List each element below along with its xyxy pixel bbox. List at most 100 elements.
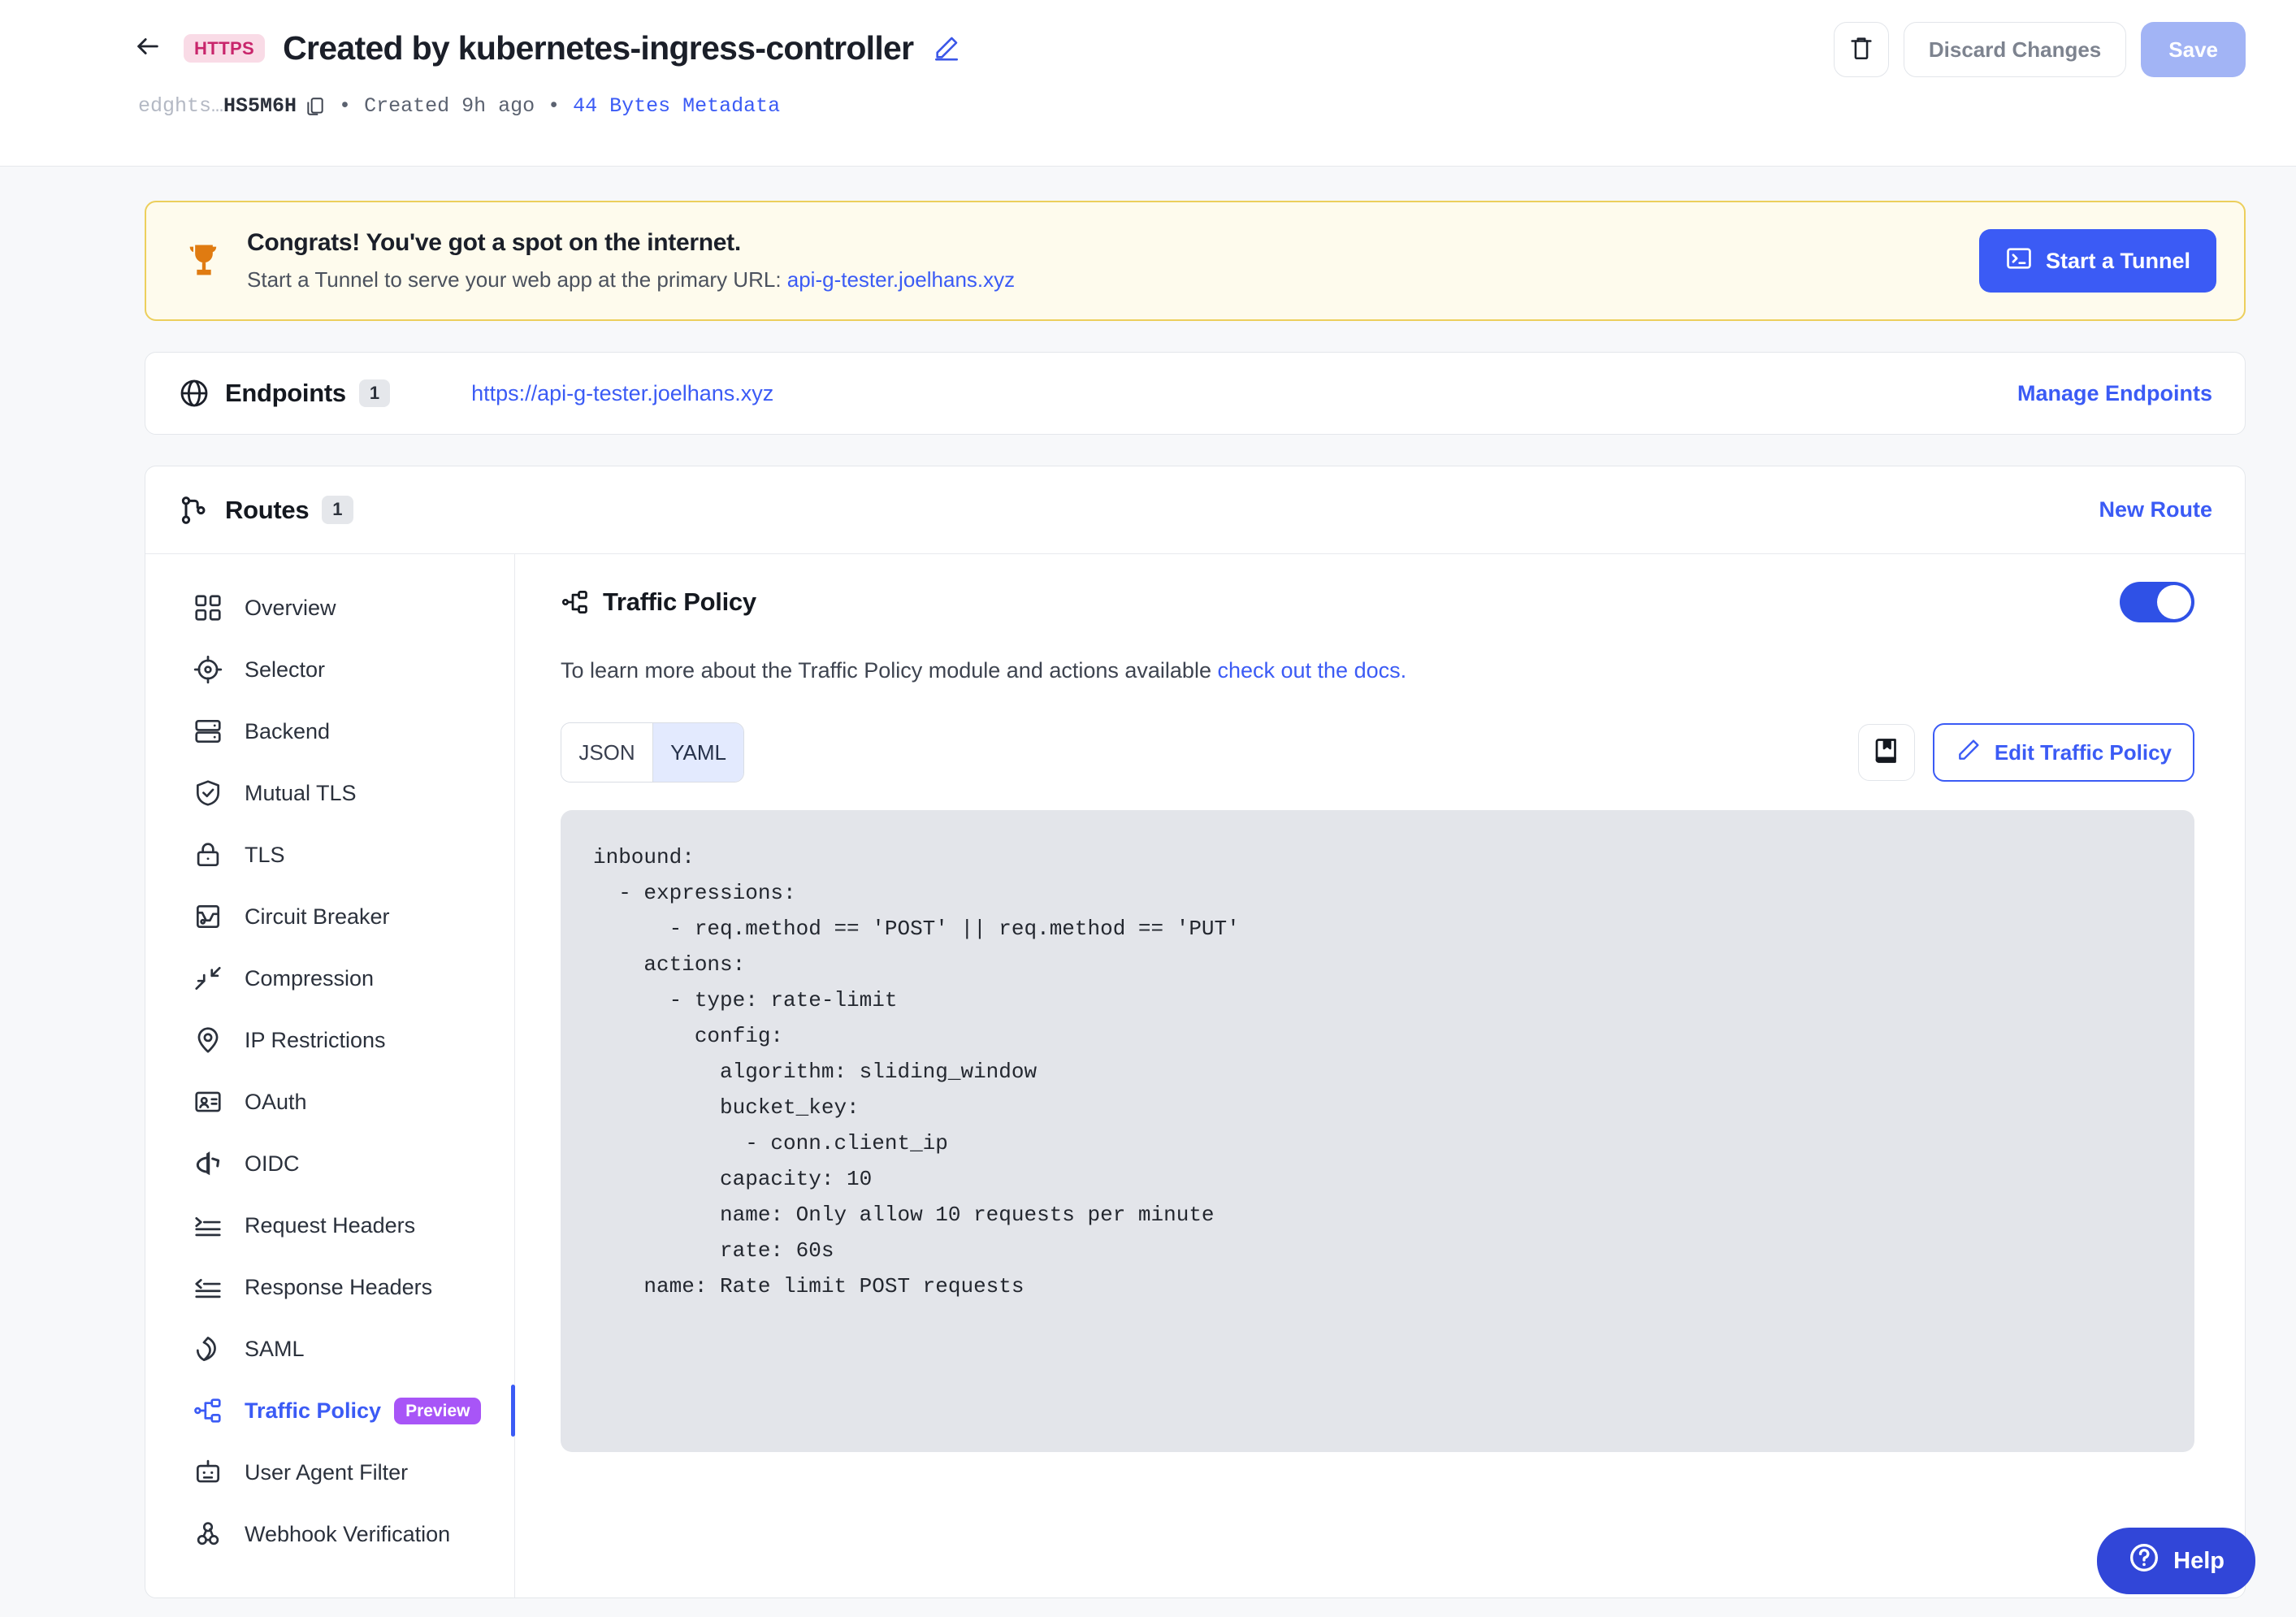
routes-card: Routes 1 New Route Overview Selector Backe… [145, 466, 2246, 1598]
format-option-json[interactable]: JSON [561, 723, 652, 782]
banner-subtitle: Start a Tunnel to serve your web app at … [247, 267, 1979, 293]
terminal-icon [2005, 245, 2033, 278]
sidebar-item-label: TLS [245, 842, 285, 867]
shield-check-icon [193, 778, 223, 808]
top-bar: HTTPS Created by kubernetes-ingress-cont… [0, 0, 2296, 167]
sidebar-item-mutual-tls[interactable]: Mutual TLS [145, 762, 514, 824]
endpoints-card: Endpoints 1 https://api-g-tester.joelhan… [145, 352, 2246, 435]
edit-traffic-policy-label: Edit Traffic Policy [1994, 739, 2172, 765]
resource-id-prefix: edghts… [138, 94, 224, 118]
sidebar-item-selector[interactable]: Selector [145, 639, 514, 700]
panel-toolbar: JSON YAML Edit Traffic Policy [561, 722, 2194, 782]
trophy-icon [179, 240, 229, 282]
sidebar-item-label: IP Restrictions [245, 1027, 386, 1052]
sidebar-item-label: SAML [245, 1336, 305, 1361]
grid-icon [193, 592, 223, 623]
sidebar-item-label: Response Headers [245, 1274, 433, 1299]
globe-icon [178, 377, 210, 410]
panel-title: Traffic Policy [603, 587, 756, 616]
sidebar-item-tls[interactable]: TLS [145, 824, 514, 886]
edit-traffic-policy-button[interactable]: Edit Traffic Policy [1932, 723, 2194, 782]
sidebar-item-label: Mutual TLS [245, 780, 357, 805]
routes-title: Routes [225, 495, 310, 524]
panel-description-text: To learn more about the Traffic Policy m… [561, 658, 1218, 683]
panel-description: To learn more about the Traffic Policy m… [561, 658, 2194, 683]
sidebar-item-traffic-policy[interactable]: Traffic Policy Preview [145, 1380, 515, 1441]
meta-separator-1: • [339, 94, 352, 118]
top-actions: Discard Changes Save [1833, 22, 2246, 77]
openid-icon [193, 1148, 223, 1179]
sidebar-item-label: Request Headers [245, 1212, 416, 1238]
trash-icon [1848, 34, 1875, 66]
endpoint-url-link[interactable]: https://api-g-tester.joelhans.xyz [471, 381, 773, 406]
map-pin-icon [193, 1025, 223, 1056]
sidebar-item-response-headers[interactable]: Response Headers [145, 1256, 514, 1318]
meta-separator-2: • [548, 94, 561, 118]
sidebar-item-webhook-verification[interactable]: Webhook Verification [145, 1503, 514, 1565]
sidebar-item-label: Webhook Verification [245, 1521, 451, 1546]
traffic-policy-icon [193, 1395, 223, 1426]
response-headers-icon [193, 1272, 223, 1303]
policy-code-block[interactable]: inbound: - expressions: - req.method == … [561, 810, 2194, 1452]
sidebar-item-overview[interactable]: Overview [145, 577, 514, 639]
resource-id-suffix: HS5M6H [223, 94, 297, 118]
sidebar-item-oidc[interactable]: OIDC [145, 1133, 514, 1194]
sidebar-item-label: Compression [245, 965, 375, 991]
docs-book-button[interactable] [1857, 724, 1915, 781]
pencil-icon [933, 37, 960, 65]
save-button[interactable]: Save [2141, 22, 2246, 77]
sidebar-item-label: Backend [245, 718, 331, 743]
preview-badge: Preview [394, 1397, 482, 1424]
help-label: Help [2173, 1547, 2225, 1574]
sidebar-item-label: Selector [245, 657, 326, 682]
delete-button[interactable] [1833, 22, 1889, 77]
edit-title-button[interactable] [933, 34, 960, 62]
traffic-policy-toggle[interactable] [2120, 582, 2194, 622]
robot-icon [193, 1457, 223, 1488]
docs-link[interactable]: check out the docs. [1217, 658, 1406, 683]
panel-toolbar-right: Edit Traffic Policy [1857, 723, 2194, 782]
sidebar-item-request-headers[interactable]: Request Headers [145, 1194, 514, 1256]
sidebar-item-oauth[interactable]: OAuth [145, 1071, 514, 1133]
question-circle-icon [2128, 1541, 2160, 1580]
primary-url-link[interactable]: api-g-tester.joelhans.xyz [787, 267, 1015, 292]
discard-changes-button[interactable]: Discard Changes [1903, 22, 2127, 77]
sidebar-item-saml[interactable]: SAML [145, 1318, 514, 1380]
back-button[interactable] [130, 30, 166, 66]
routes-count: 1 [322, 496, 353, 524]
sidebar-item-ip-restrictions[interactable]: IP Restrictions [145, 1009, 514, 1071]
lock-icon [193, 839, 223, 870]
sidebar-item-backend[interactable]: Backend [145, 700, 514, 762]
sidebar-item-label: Circuit Breaker [245, 904, 390, 929]
saml-icon [193, 1333, 223, 1364]
created-text: Created 9h ago [364, 94, 535, 118]
route-icon [178, 494, 210, 527]
copy-icon[interactable] [305, 96, 326, 117]
endpoints-count: 1 [358, 379, 391, 408]
start-tunnel-label: Start a Tunnel [2045, 248, 2190, 273]
sidebar-item-compression[interactable]: Compression [145, 947, 514, 1009]
help-button[interactable]: Help [2097, 1528, 2255, 1594]
sidebar-item-circuit-breaker[interactable]: Circuit Breaker [145, 886, 514, 947]
protocol-badge: HTTPS [184, 33, 266, 63]
start-tunnel-button[interactable]: Start a Tunnel [1978, 229, 2216, 293]
new-route-link[interactable]: New Route [2099, 497, 2212, 522]
traffic-policy-icon [561, 587, 590, 617]
arrow-left-icon [134, 33, 162, 64]
target-icon [193, 654, 223, 685]
compress-arrows-icon [193, 963, 223, 994]
sidebar-item-label: User Agent Filter [245, 1459, 409, 1485]
pencil-icon [1956, 737, 1982, 769]
sidebar-item-label: OAuth [245, 1089, 307, 1114]
format-option-yaml[interactable]: YAML [652, 723, 743, 782]
book-icon [1872, 736, 1901, 769]
banner-text: Congrats! You've got a spot on the inter… [247, 229, 1979, 293]
webhook-icon [193, 1519, 223, 1550]
routes-body: Overview Selector Backend Mutual TLS TLS Circ… [145, 554, 2245, 1597]
endpoints-header: Endpoints 1 https://api-g-tester.joelhan… [145, 353, 2245, 434]
sidebar-item-label: Traffic Policy [245, 1398, 382, 1423]
sidebar-item-user-agent-filter[interactable]: User Agent Filter [145, 1441, 514, 1503]
metadata-link[interactable]: 44 Bytes Metadata [573, 94, 780, 118]
traffic-policy-panel: Traffic Policy To learn more about the T… [515, 554, 2245, 1597]
manage-endpoints-link[interactable]: Manage Endpoints [2017, 381, 2212, 406]
